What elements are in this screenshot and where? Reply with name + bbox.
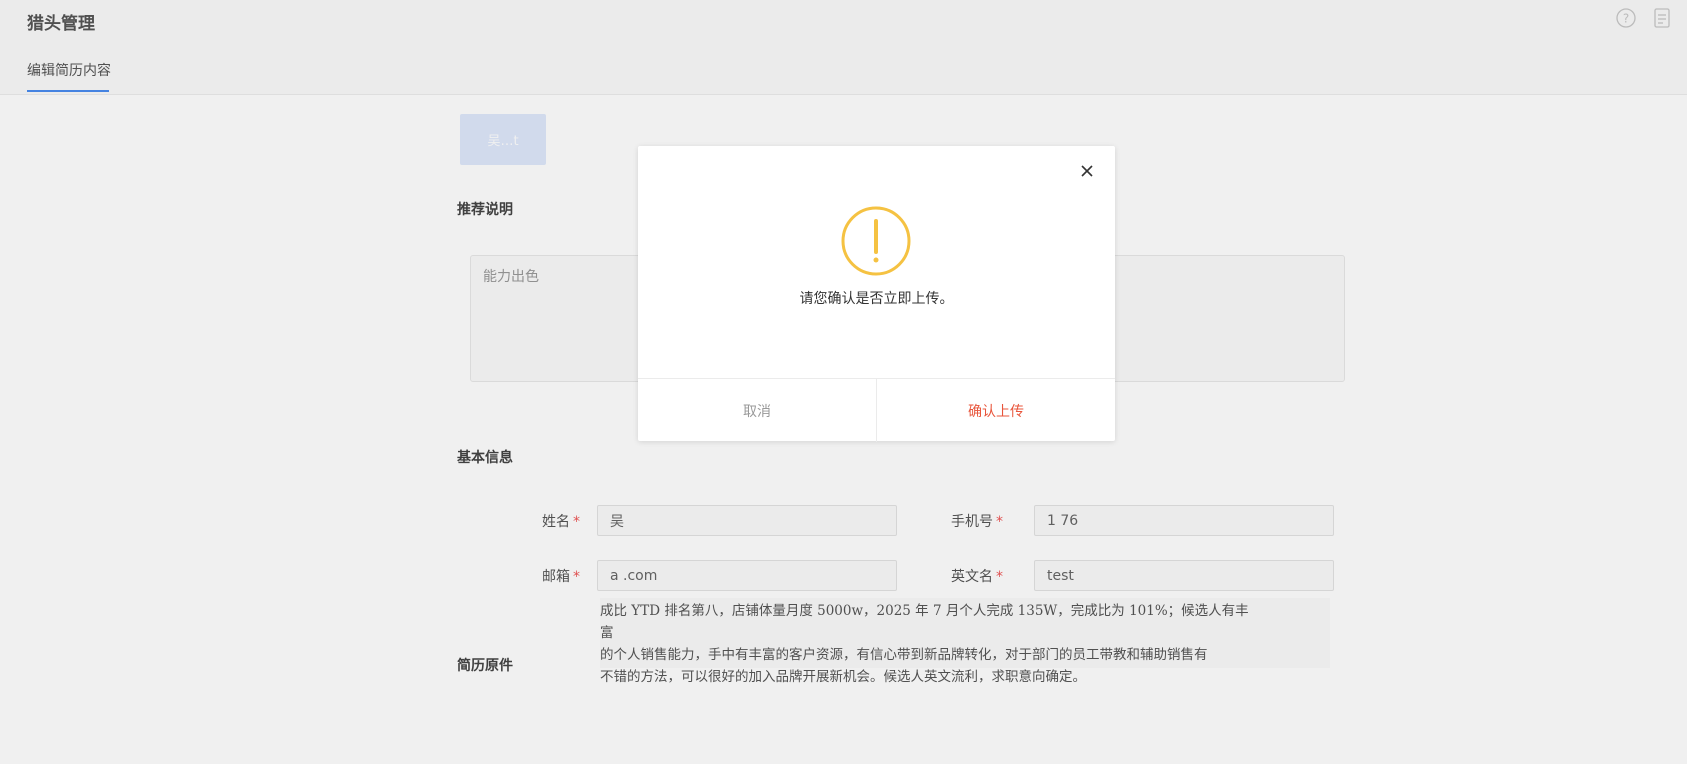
dialog-footer: 取消 确认上传: [638, 378, 1115, 442]
warning-icon: [841, 206, 911, 276]
close-icon[interactable]: [1078, 162, 1096, 180]
confirm-upload-dialog: 请您确认是否立即上传。 取消 确认上传: [638, 146, 1115, 442]
cancel-button[interactable]: 取消: [638, 379, 877, 442]
dialog-message: 请您确认是否立即上传。: [799, 291, 954, 307]
confirm-upload-button[interactable]: 确认上传: [877, 379, 1115, 442]
